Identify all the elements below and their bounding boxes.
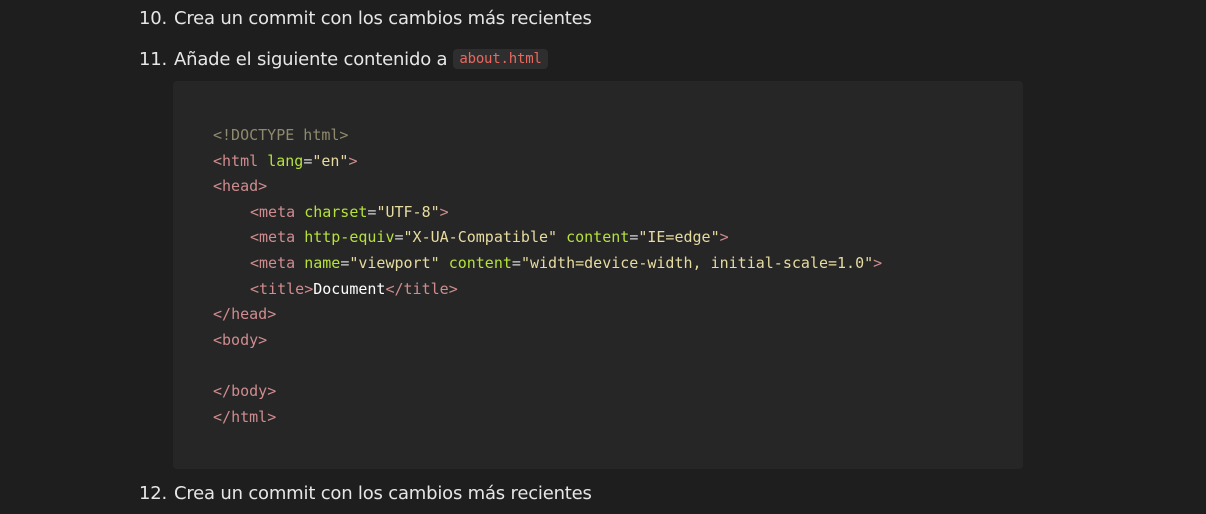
- code-block[interactable]: <!DOCTYPE html> <html lang="en"> <head> …: [173, 81, 1023, 469]
- attr-value: "width=device-width, initial-scale=1.0": [520, 253, 874, 272]
- tag-name: html: [222, 151, 259, 170]
- tag-name: title: [403, 279, 449, 298]
- attr-name: lang: [267, 151, 304, 170]
- list-item-number: 11.: [138, 48, 167, 70]
- attr-name: charset: [304, 202, 368, 221]
- code-line-meta-charset: <meta charset="UTF-8">: [250, 202, 449, 221]
- title-text: Document: [313, 279, 386, 298]
- tag-name: body: [222, 330, 259, 349]
- code-line-meta-viewport: <meta name="viewport" content="width=dev…: [250, 253, 883, 272]
- tag-name: meta: [259, 228, 296, 247]
- code-line-html-open: <html lang="en">: [213, 151, 358, 170]
- code-line-html-close: </html>: [213, 407, 277, 426]
- list-item-number: 12.: [138, 482, 167, 504]
- tag-name: head: [222, 177, 259, 196]
- list-item: 11. Añade el siguiente contenido a about…: [0, 44, 548, 74]
- list-item-text: Crea un commit con los cambios más recie…: [174, 7, 592, 29]
- code-line-meta-compat: <meta http-equiv="X-UA-Compatible" conte…: [250, 228, 729, 247]
- tag-name: meta: [259, 253, 296, 272]
- attr-name: name: [304, 253, 341, 272]
- list-item-number: 10.: [138, 7, 167, 29]
- attr-name: content: [566, 228, 630, 247]
- doctype-token: <!DOCTYPE html>: [213, 126, 349, 144]
- list-item: 12. Crea un commit con los cambios más r…: [0, 478, 592, 508]
- list-item-text: Añade el siguiente contenido a: [174, 48, 448, 70]
- code-line-doctype: <!DOCTYPE html>: [213, 123, 1023, 149]
- attr-name: http-equiv: [304, 228, 395, 247]
- tag-name: meta: [259, 202, 296, 221]
- code-line-head-open: <head>: [213, 177, 268, 196]
- attr-value: "en": [312, 151, 349, 170]
- attr-name: content: [448, 253, 512, 272]
- attr-value: "IE=edge": [638, 228, 720, 247]
- code-line-head-close: </head>: [213, 305, 277, 324]
- attr-value: "UTF-8": [376, 202, 440, 221]
- list-item: 10. Crea un commit con los cambios más r…: [0, 3, 592, 33]
- list-item-text: Crea un commit con los cambios más recie…: [174, 482, 592, 504]
- tag-name: head: [231, 305, 268, 324]
- tag-name: html: [231, 407, 268, 426]
- inline-code-filename: about.html: [453, 49, 548, 69]
- tag-name: body: [231, 381, 268, 400]
- code-line-body-close: </body>: [213, 381, 277, 400]
- attr-value: "viewport": [349, 253, 440, 272]
- tag-name: title: [259, 279, 305, 298]
- code-line-title: <title>Document</title>: [250, 279, 458, 298]
- attr-value: "X-UA-Compatible": [403, 228, 558, 247]
- code-line-body-open: <body>: [213, 330, 268, 349]
